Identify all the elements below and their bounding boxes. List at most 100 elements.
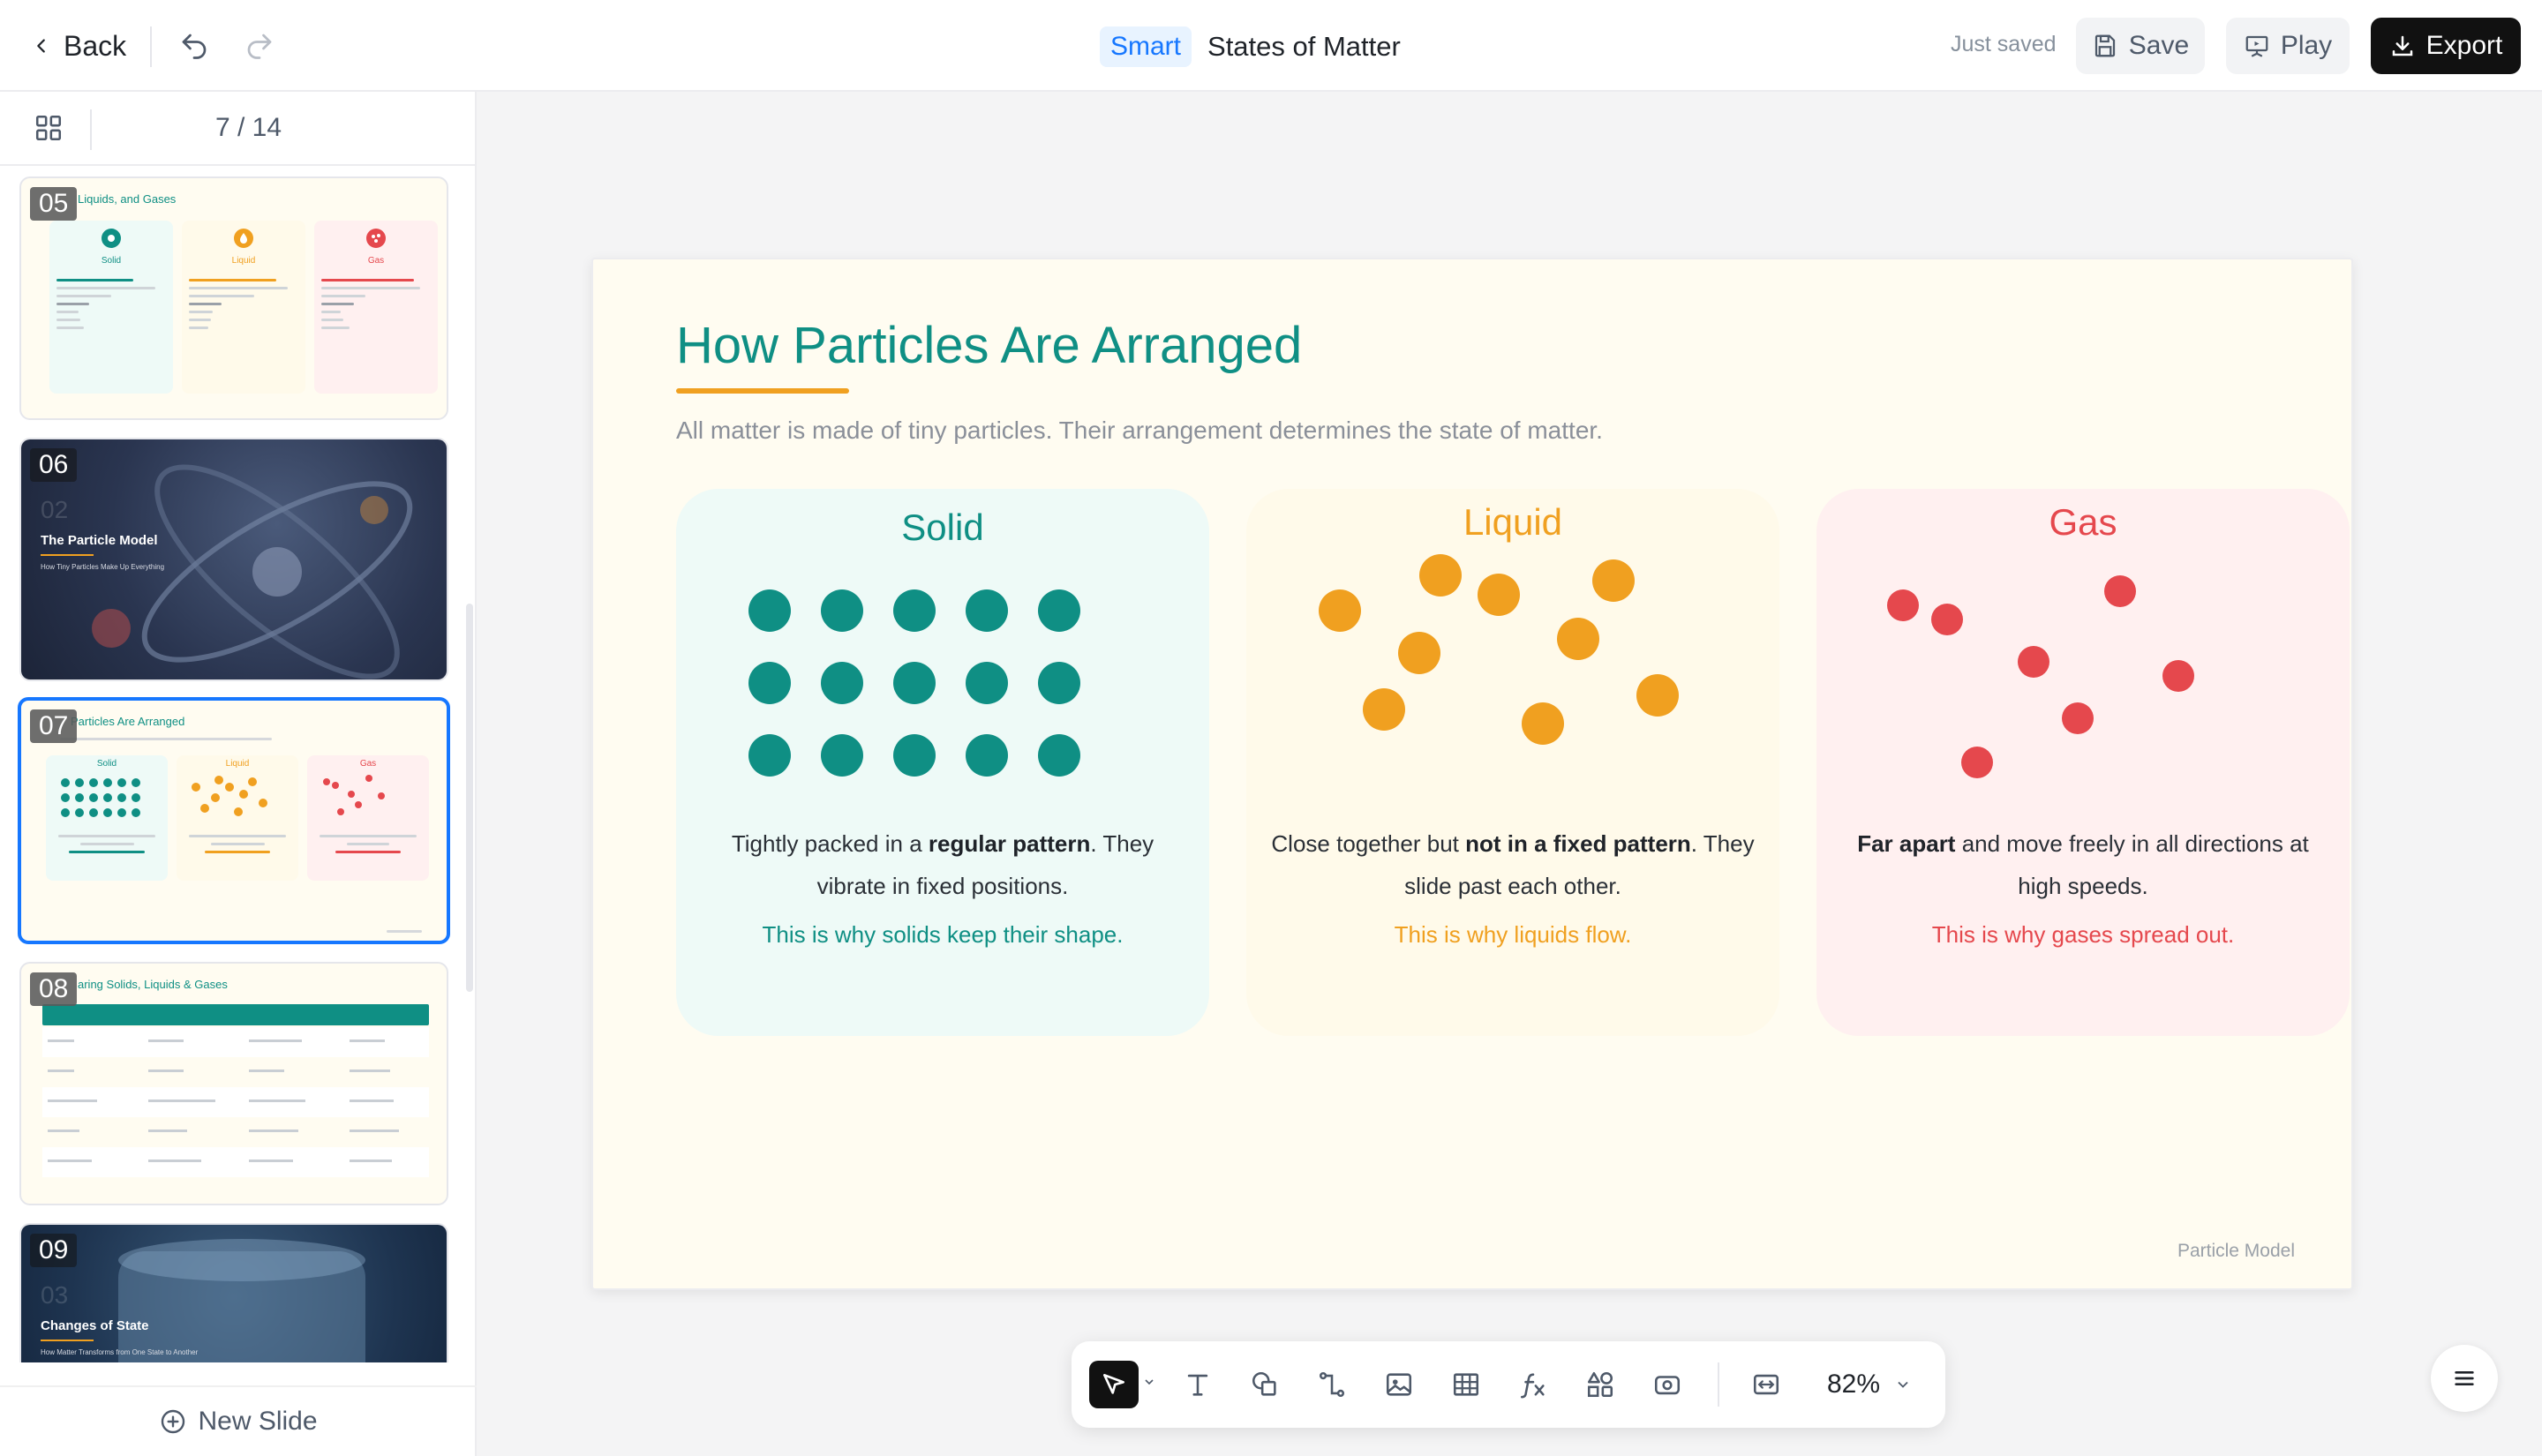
image-tool-icon xyxy=(1386,1373,1412,1396)
new-slide-button[interactable]: New Slide xyxy=(0,1385,477,1456)
doc-title-text[interactable]: States of Matter xyxy=(1207,31,1401,63)
section-number: 02 xyxy=(41,496,69,523)
slide-number: 06 xyxy=(30,448,78,482)
save-status: Just saved xyxy=(1951,32,2057,56)
slide-thumbnail-09[interactable]: 03 Changes of State How Matter Transform… xyxy=(19,1223,448,1362)
mini-table-rows xyxy=(42,1027,429,1177)
sidebar-scrollbar[interactable] xyxy=(466,604,473,992)
hamburger-menu-icon xyxy=(2455,1371,2474,1385)
undo-button[interactable] xyxy=(173,25,215,67)
title-underline xyxy=(41,554,94,556)
thumbnail-title: Changes of State xyxy=(41,1318,149,1333)
card-description: Tightly packed in a regular pattern. The… xyxy=(731,830,1154,899)
thumbnail-background: 03 Changes of State How Matter Transform… xyxy=(21,1225,447,1362)
back-button[interactable]: Back xyxy=(32,25,126,67)
connector-tool[interactable] xyxy=(1308,1361,1356,1408)
chevron-down-icon xyxy=(1898,1381,1908,1388)
select-dropdown[interactable] xyxy=(1142,1375,1156,1389)
mini-card-label: Solid xyxy=(101,256,122,266)
slide-thumbnail-06[interactable]: 02 The Particle Model How Tiny Particles… xyxy=(19,438,448,681)
mini-card-liquid: Liquid xyxy=(182,221,305,394)
mini-gas-dots xyxy=(323,775,385,815)
mini-solid-icon xyxy=(102,229,121,248)
play-button[interactable]: Play xyxy=(2226,18,2350,74)
mini-card-gas: Gas xyxy=(314,221,438,394)
card-heading: Gas xyxy=(2049,501,2117,543)
card-conclusion: This is why gases spread out. xyxy=(1931,921,2235,948)
slide-subtitle[interactable]: All matter is made of tiny particles. Th… xyxy=(676,417,1603,445)
menu-button[interactable] xyxy=(2431,1345,2498,1412)
mini-card-solid: Solid xyxy=(49,221,173,394)
floppy-disk-icon xyxy=(2095,34,2115,57)
mini-card-label: Gas xyxy=(367,256,385,266)
slide-thumbnail-08[interactable]: 08 aring Solids, Liquids & Gases xyxy=(19,962,448,1205)
chevron-left-icon xyxy=(37,39,45,53)
bottom-toolbar: 82% xyxy=(1072,1341,1945,1428)
mini-gas-icon xyxy=(366,229,386,248)
mini-text-lines xyxy=(56,274,166,334)
mini-table-header xyxy=(42,1004,429,1025)
save-button[interactable]: Save xyxy=(2076,18,2205,74)
play-label: Play xyxy=(2280,31,2333,60)
zoom-selector[interactable]: 82% xyxy=(1827,1362,1912,1407)
title-underline xyxy=(676,388,849,394)
select-tool[interactable] xyxy=(1089,1361,1139,1408)
mini-liquid-dots xyxy=(192,776,267,816)
mini-text-lines xyxy=(184,829,291,859)
media-tool[interactable] xyxy=(1643,1361,1691,1408)
title-underline xyxy=(41,1340,94,1341)
undo-icon xyxy=(182,34,207,59)
formula-tool[interactable] xyxy=(1509,1361,1557,1408)
fit-width-tool[interactable] xyxy=(1742,1361,1790,1408)
liquid-particles xyxy=(1319,554,1679,745)
document-title[interactable]: Smart States of Matter xyxy=(1100,25,1401,69)
smart-badge: Smart xyxy=(1100,26,1192,67)
shape-tool[interactable] xyxy=(1241,1361,1289,1408)
plus-circle-icon xyxy=(162,1409,185,1434)
thumbnail-title: The Particle Model xyxy=(41,533,158,548)
connector-tool-icon xyxy=(1319,1371,1345,1398)
mini-subtitle-line xyxy=(60,732,272,746)
solid-card[interactable]: Solid Tightly packed in a regular patter… xyxy=(676,489,1209,1036)
slide-title[interactable]: How Particles Are Arranged xyxy=(676,316,1302,375)
sidebar-header: 7 / 14 xyxy=(0,92,475,166)
slide-number: 07 xyxy=(30,709,78,743)
text-tool-icon xyxy=(1187,1374,1208,1396)
card-heading: Liquid xyxy=(1463,501,1563,543)
redo-button[interactable] xyxy=(238,25,281,67)
slide-number: 05 xyxy=(30,187,78,221)
thumbnail-list[interactable]: 05 Liquids, and Gases Solid Liquid Gas 0… xyxy=(0,168,473,1362)
slide-thumbnail-07[interactable]: 07 Particles Are Arranged Solid Liquid G… xyxy=(18,697,450,944)
thumbnail-subtitle: How Matter Transforms from One State to … xyxy=(41,1348,199,1356)
select-tool-icon xyxy=(1103,1374,1124,1394)
export-button[interactable]: Export xyxy=(2371,18,2521,74)
formula-tool-icon xyxy=(1520,1373,1545,1399)
ice-cube-illustration xyxy=(118,1239,365,1362)
components-tool[interactable] xyxy=(1576,1361,1624,1408)
toolbar-divider xyxy=(1718,1362,1719,1407)
gas-card[interactable]: Gas Far apart and move freely in all dir… xyxy=(1816,489,2350,1036)
liquid-card[interactable]: Liquid Close together but not in a fixed… xyxy=(1246,489,1779,1036)
mini-text-lines xyxy=(314,829,422,859)
thumbnail-title: Particles Are Arranged xyxy=(71,715,185,728)
card-heading: Solid xyxy=(901,507,984,548)
slide-canvas[interactable]: How Particles Are Arranged All matter is… xyxy=(591,258,2353,1290)
card-conclusion: This is why solids keep their shape. xyxy=(762,921,1124,948)
text-tool[interactable] xyxy=(1174,1361,1222,1408)
export-label: Export xyxy=(2425,31,2503,60)
atom-illustration xyxy=(92,464,413,679)
editor-canvas[interactable]: How Particles Are Arranged All matter is… xyxy=(478,94,2542,1456)
solid-particles xyxy=(748,589,1080,777)
zoom-label: 82% xyxy=(1827,1370,1881,1399)
image-tool[interactable] xyxy=(1375,1361,1423,1408)
slide-thumbnail-05[interactable]: 05 Liquids, and Gases Solid Liquid Gas xyxy=(19,176,448,420)
card-description: Close together but not in a fixed patter… xyxy=(1271,830,1755,899)
mini-card-label: Liquid xyxy=(231,256,256,266)
table-tool[interactable] xyxy=(1442,1361,1490,1408)
card-conclusion: This is why liquids flow. xyxy=(1394,921,1632,948)
back-label: Back xyxy=(64,29,127,62)
slide-number: 08 xyxy=(30,972,78,1006)
thumbnail-title: Liquids, and Gases xyxy=(78,192,177,206)
gas-particles xyxy=(1887,575,2194,778)
save-label: Save xyxy=(2128,31,2190,60)
